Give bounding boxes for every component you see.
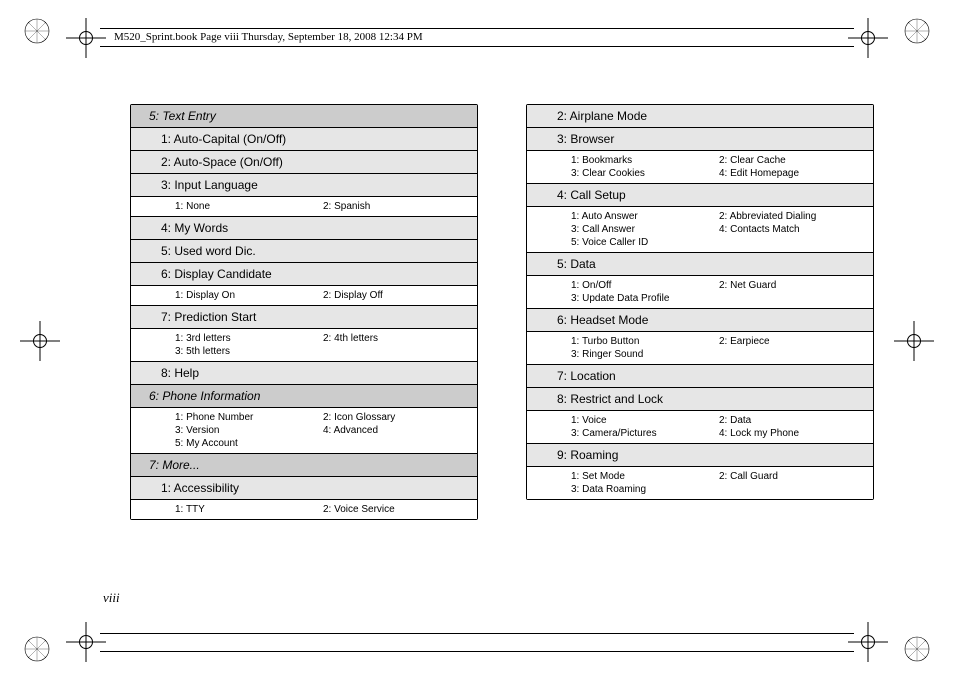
menu-subitems: 1: 3rd letters2: 4th letters3: 5th lette… <box>131 328 477 361</box>
menu-item: 5: Data <box>527 252 873 275</box>
menu-subitem: 2: Spanish <box>323 200 471 213</box>
menu-subitem: 1: Set Mode <box>571 470 719 483</box>
page-content: 5: Text Entry1: Auto-Capital (On/Off)2: … <box>130 104 874 592</box>
menu-item: 9: Roaming <box>527 443 873 466</box>
menu-item: 7: Location <box>527 364 873 387</box>
regmark-icon <box>24 18 50 44</box>
menu-subitems: 1: Turbo Button2: Earpiece3: Ringer Soun… <box>527 331 873 364</box>
menu-subitem: 1: On/Off <box>571 279 719 292</box>
menu-subitem: 2: Icon Glossary <box>323 411 471 424</box>
menu-subitem: 2: Earpiece <box>719 335 867 348</box>
cropmark-icon <box>20 321 60 361</box>
menu-subitem: 2: Call Guard <box>719 470 867 483</box>
menu-subitem: 3: Camera/Pictures <box>571 427 719 440</box>
menu-subitem: 2: Data <box>719 414 867 427</box>
menu-subitem: 2: Clear Cache <box>719 154 867 167</box>
menu-item: 8: Restrict and Lock <box>527 387 873 410</box>
menu-subitem: 1: None <box>175 200 323 213</box>
menu-subitem: 4: Edit Homepage <box>719 167 867 180</box>
cropmark-icon <box>894 321 934 361</box>
menu-subitems: 1: Phone Number2: Icon Glossary3: Versio… <box>131 407 477 453</box>
menu-subitem: 4: Lock my Phone <box>719 427 867 440</box>
menu-column-left: 5: Text Entry1: Auto-Capital (On/Off)2: … <box>130 104 478 520</box>
header-text: M520_Sprint.book Page viii Thursday, Sep… <box>114 31 423 43</box>
menu-item: 1: Auto-Capital (On/Off) <box>131 127 477 150</box>
menu-subitems: 1: On/Off2: Net Guard3: Update Data Prof… <box>527 275 873 308</box>
menu-subitem: 1: Display On <box>175 289 323 302</box>
menu-item: 2: Auto-Space (On/Off) <box>131 150 477 173</box>
header-rule <box>100 28 854 29</box>
menu-subitem: 3: Ringer Sound <box>571 348 719 361</box>
page-number: viii <box>103 590 120 606</box>
menu-subitem: 2: Abbreviated Dialing <box>719 210 867 223</box>
menu-subitem: 3: Data Roaming <box>571 483 719 496</box>
menu-subitems: 1: None2: Spanish <box>131 196 477 216</box>
header-rule <box>100 46 854 47</box>
menu-heading: 5: Text Entry <box>131 105 477 127</box>
regmark-icon <box>24 636 50 662</box>
menu-item: 7: Prediction Start <box>131 305 477 328</box>
menu-subitem: 3: Version <box>175 424 323 437</box>
menu-item: 5: Used word Dic. <box>131 239 477 262</box>
menu-item: 4: Call Setup <box>527 183 873 206</box>
menu-item: 1: Accessibility <box>131 476 477 499</box>
menu-item: 6: Headset Mode <box>527 308 873 331</box>
regmark-icon <box>904 18 930 44</box>
menu-subitem: 2: Net Guard <box>719 279 867 292</box>
menu-item: 4: My Words <box>131 216 477 239</box>
menu-subitem: 1: Phone Number <box>175 411 323 424</box>
menu-subitem: 4: Contacts Match <box>719 223 867 236</box>
menu-subitem: 1: Turbo Button <box>571 335 719 348</box>
menu-subitem: 2: 4th letters <box>323 332 471 345</box>
menu-subitem: 3: Update Data Profile <box>571 292 719 305</box>
menu-item: 2: Airplane Mode <box>527 105 873 127</box>
menu-item: 6: Display Candidate <box>131 262 477 285</box>
menu-item: 8: Help <box>131 361 477 384</box>
menu-subitems: 1: Auto Answer2: Abbreviated Dialing3: C… <box>527 206 873 252</box>
menu-subitem: 1: TTY <box>175 503 323 516</box>
menu-subitems: 1: Voice2: Data3: Camera/Pictures4: Lock… <box>527 410 873 443</box>
footer-rule <box>100 633 854 634</box>
menu-subitem: 1: Bookmarks <box>571 154 719 167</box>
menu-subitem: 2: Display Off <box>323 289 471 302</box>
menu-heading: 7: More... <box>131 453 477 476</box>
menu-column-right: 2: Airplane Mode3: Browser1: Bookmarks2:… <box>526 104 874 500</box>
menu-subitems: 1: Display On2: Display Off <box>131 285 477 305</box>
regmark-icon <box>904 636 930 662</box>
menu-item: 3: Browser <box>527 127 873 150</box>
menu-subitem: 3: Clear Cookies <box>571 167 719 180</box>
menu-subitems: 1: TTY2: Voice Service <box>131 499 477 519</box>
menu-subitem: 3: Call Answer <box>571 223 719 236</box>
menu-subitem: 1: Voice <box>571 414 719 427</box>
menu-subitem: 5: Voice Caller ID <box>571 236 719 249</box>
cropmark-icon <box>848 18 888 58</box>
menu-subitem: 1: Auto Answer <box>571 210 719 223</box>
menu-item: 3: Input Language <box>131 173 477 196</box>
menu-subitems: 1: Bookmarks2: Clear Cache3: Clear Cooki… <box>527 150 873 183</box>
menu-subitem: 1: 3rd letters <box>175 332 323 345</box>
menu-subitem: 2: Voice Service <box>323 503 471 516</box>
footer-rule <box>100 651 854 652</box>
cropmark-icon <box>848 622 888 662</box>
menu-subitem: 3: 5th letters <box>175 345 323 358</box>
cropmark-icon <box>66 622 106 662</box>
menu-subitem: 5: My Account <box>175 437 323 450</box>
menu-subitems: 1: Set Mode2: Call Guard3: Data Roaming <box>527 466 873 499</box>
menu-subitem: 4: Advanced <box>323 424 471 437</box>
menu-heading: 6: Phone Information <box>131 384 477 407</box>
cropmark-icon <box>66 18 106 58</box>
